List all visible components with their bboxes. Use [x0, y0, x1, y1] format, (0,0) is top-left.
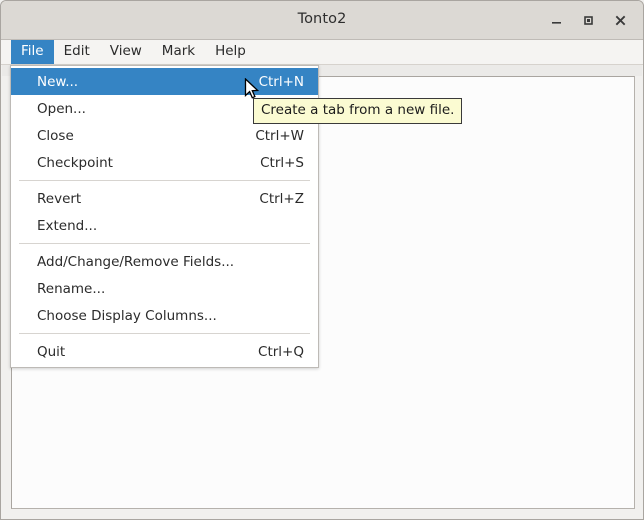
menu-item-accel: Ctrl+Z: [259, 190, 304, 207]
menu-item-rename[interactable]: Rename...: [11, 275, 318, 302]
menu-item-label: Close: [37, 127, 74, 144]
menu-item-close[interactable]: Close Ctrl+W: [11, 122, 318, 149]
statusbar-area: [1, 509, 643, 519]
menu-item-accel: Ctrl+Q: [258, 343, 304, 360]
menu-separator: [19, 180, 310, 181]
minimize-icon[interactable]: [541, 6, 571, 34]
menu-item-label: Extend...: [37, 217, 98, 234]
menu-item-label: Open...: [37, 100, 86, 117]
menu-item-accel: Ctrl+W: [255, 127, 304, 144]
menu-item-revert[interactable]: Revert Ctrl+Z: [11, 185, 318, 212]
application-window: Tonto2 File Edit View Mark Help New... C…: [0, 0, 644, 520]
close-icon[interactable]: [605, 6, 635, 34]
menu-item-label: Quit: [37, 343, 66, 360]
menu-item-label: Rename...: [37, 280, 106, 297]
menubar-item-help[interactable]: Help: [205, 40, 256, 64]
maximize-icon[interactable]: [573, 6, 603, 34]
menu-item-accel: Ctrl+S: [260, 154, 304, 171]
menu-item-label: New...: [37, 73, 79, 90]
menubar-item-edit[interactable]: Edit: [54, 40, 100, 64]
menu-item-accel: Ctrl+N: [258, 73, 304, 90]
window-controls: [541, 1, 635, 39]
menu-item-label: Checkpoint: [37, 154, 113, 171]
menu-item-label: Add/Change/Remove Fields...: [37, 253, 235, 270]
titlebar: Tonto2: [1, 1, 643, 40]
menubar: File Edit View Mark Help: [1, 40, 643, 65]
menu-item-label: Revert: [37, 190, 82, 207]
menu-separator: [19, 243, 310, 244]
menubar-item-mark[interactable]: Mark: [152, 40, 205, 64]
menubar-item-view[interactable]: View: [100, 40, 152, 64]
menu-item-add-change-remove-fields[interactable]: Add/Change/Remove Fields...: [11, 248, 318, 275]
menu-item-choose-display-columns[interactable]: Choose Display Columns...: [11, 302, 318, 329]
menu-item-checkpoint[interactable]: Checkpoint Ctrl+S: [11, 149, 318, 176]
menu-item-extend[interactable]: Extend...: [11, 212, 318, 239]
menu-item-new[interactable]: New... Ctrl+N: [11, 68, 318, 95]
menubar-item-file[interactable]: File: [11, 40, 54, 64]
tooltip: Create a tab from a new file.: [253, 98, 463, 124]
menu-item-label: Choose Display Columns...: [37, 307, 217, 324]
menu-separator: [19, 333, 310, 334]
menu-item-quit[interactable]: Quit Ctrl+Q: [11, 338, 318, 365]
